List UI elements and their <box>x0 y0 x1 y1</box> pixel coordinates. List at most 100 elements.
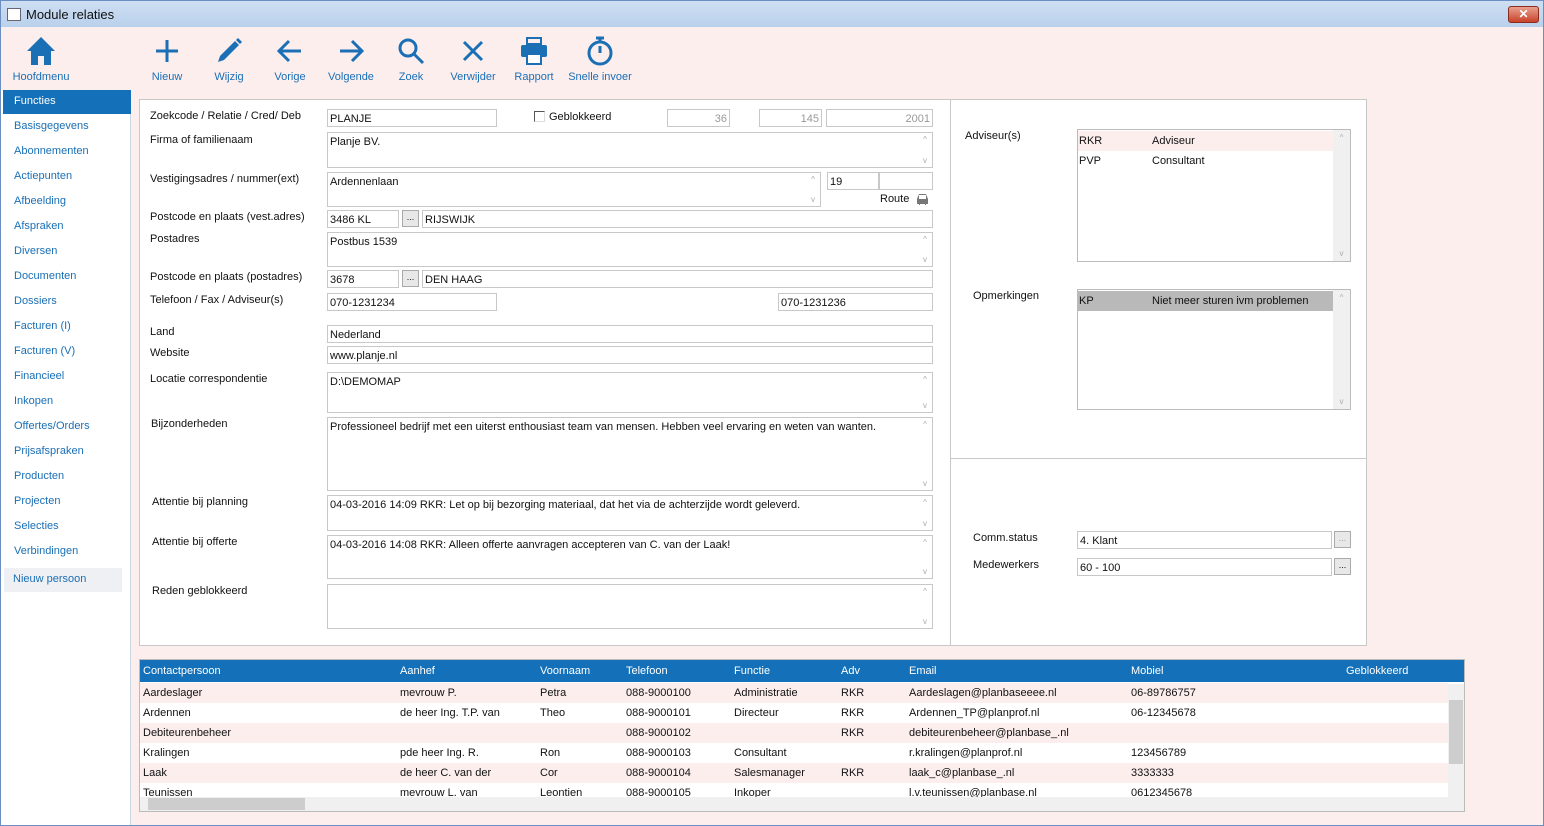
scrollbar-thumb[interactable] <box>148 798 305 810</box>
land-field[interactable]: Nederland <box>327 325 933 343</box>
scrollbar-thumb[interactable] <box>1449 700 1463 764</box>
postadres-field[interactable]: Postbus 1539 ^ v <box>327 232 933 267</box>
sidebar-item-inkopen[interactable]: Inkopen <box>3 390 131 414</box>
scrollbar[interactable]: ^ v <box>1333 290 1350 409</box>
sidebar-item-basisgegevens[interactable]: Basisgegevens <box>3 115 131 139</box>
table-row[interactable]: Laak de heer C. van der Cor 088-9000104 Sale… <box>140 763 1448 783</box>
postcode-post-field[interactable]: 3678 <box>327 270 399 288</box>
list-item[interactable]: PVP Consultant <box>1078 151 1333 171</box>
scrollbar[interactable]: ^ v <box>918 133 932 167</box>
nieuw-button[interactable]: Nieuw <box>147 35 187 83</box>
column-header-voornaam[interactable]: Voornaam <box>540 665 590 677</box>
sidebar-item-afbeelding[interactable]: Afbeelding <box>3 190 131 214</box>
sidebar-item-offertes-orders[interactable]: Offertes/Orders <box>3 415 131 439</box>
list-item[interactable]: RKR Adviseur <box>1078 131 1333 151</box>
sidebar-item-diversen[interactable]: Diversen <box>3 240 131 264</box>
column-header-adv[interactable]: Adv <box>841 665 860 677</box>
telefoon-field[interactable]: 070-1231234 <box>327 293 497 311</box>
table-row[interactable]: Teunissen mevrouw L. van Leontien 088-90001… <box>140 783 1448 797</box>
attentie-offerte-field[interactable]: 04-03-2016 14:08 RKR: Alleen offerte aan… <box>327 535 933 579</box>
deb-field[interactable]: 2001 <box>826 109 933 127</box>
attentie-planning-field[interactable]: 04-03-2016 14:09 RKR: Let op bij bezorgi… <box>327 495 933 531</box>
scrollbar[interactable]: ^ v <box>918 418 932 490</box>
table-row[interactable]: Kralingen pde heer Ing. R. Ron 088-9000103 C… <box>140 743 1448 763</box>
column-header-telefoon[interactable]: Telefoon <box>626 665 668 677</box>
huisnummer-ext-field[interactable] <box>879 172 933 190</box>
firma-field[interactable]: Planje BV. ^ v <box>327 132 933 168</box>
geblokkeerd-label: Geblokkeerd <box>549 111 612 123</box>
scrollbar[interactable]: ^ v <box>1333 130 1350 261</box>
sidebar-item-projecten[interactable]: Projecten <box>3 490 131 514</box>
medewerkers-field[interactable]: 60 - 100 <box>1077 558 1332 576</box>
column-header-functie[interactable]: Functie <box>734 665 770 677</box>
home-icon <box>27 37 55 65</box>
relatie-field[interactable]: 36 <box>667 109 730 127</box>
sidebar-item-facturen-i[interactable]: Facturen (I) <box>3 315 131 339</box>
website-field[interactable]: www.planje.nl <box>327 346 933 364</box>
scrollbar[interactable]: ^ v <box>918 496 932 530</box>
sidebar-item-dossiers[interactable]: Dossiers <box>3 290 131 314</box>
comm-status-lookup-button[interactable]: ... <box>1334 531 1351 548</box>
table-row[interactable]: Ardennen de heer Ing. T.P. van Theo 088-900… <box>140 703 1448 723</box>
vorige-button[interactable]: Vorige <box>269 35 311 83</box>
postcode-vest-field[interactable]: 3486 KL <box>327 210 399 228</box>
sidebar-item-documenten[interactable]: Documenten <box>3 265 131 289</box>
sidebar-item-selecties[interactable]: Selecties <box>3 515 131 539</box>
adviseurs-list[interactable]: RKR Adviseur PVP Consultant ^ v <box>1077 129 1351 262</box>
table-row[interactable]: Debiteurenbeheer 088-9000102 RKR debiteuren… <box>140 723 1448 743</box>
locatie-field[interactable]: D:\DEMOMAP ^ v <box>327 372 933 413</box>
zoek-button[interactable]: Zoek <box>391 35 431 83</box>
scrollbar[interactable]: ^ v <box>918 536 932 578</box>
scrollbar[interactable]: ^ v <box>918 585 932 628</box>
sidebar-item-financieel[interactable]: Financieel <box>3 365 131 389</box>
reden-geblokkeerd-field[interactable]: ^ v <box>327 584 933 629</box>
plaats-post-field[interactable]: DEN HAAG <box>422 270 933 288</box>
rapport-button[interactable]: Rapport <box>511 35 557 83</box>
fax-field[interactable]: 070-1231236 <box>778 293 933 311</box>
postcode-vest-lookup-button[interactable]: ... <box>402 210 419 227</box>
scrollbar[interactable]: ^ v <box>806 173 820 206</box>
horizontal-scrollbar[interactable] <box>140 797 1464 811</box>
hoofdmenu-button[interactable]: Hoofdmenu <box>11 35 71 83</box>
huisnummer-field[interactable]: 19 <box>827 172 879 190</box>
scrollbar[interactable]: ^ v <box>918 373 932 412</box>
postcode-post-lookup-button[interactable]: ... <box>402 270 419 287</box>
zoekcode-field[interactable]: PLANJE <box>327 109 497 127</box>
comm-status-field[interactable]: 4. Klant <box>1077 531 1332 549</box>
sidebar-item-verbindingen[interactable]: Verbindingen <box>3 540 131 564</box>
plaats-vest-field[interactable]: RIJSWIJK <box>422 210 933 228</box>
huisnummer-field-value: 19 <box>830 176 843 188</box>
volgende-button[interactable]: Volgende <box>323 35 379 83</box>
sidebar-item-producten[interactable]: Producten <box>3 465 131 489</box>
column-header-email[interactable]: Email <box>909 665 937 677</box>
vestigingsadres-field[interactable]: Ardennenlaan ^ v <box>327 172 821 207</box>
column-header-mobiel[interactable]: Mobiel <box>1131 665 1163 677</box>
list-item[interactable]: KP Niet meer sturen ivm problemen <box>1078 291 1333 311</box>
snelle-invoer-button[interactable]: Snelle invoer <box>567 35 633 83</box>
table-row[interactable]: Aardeslager mevrouw P. Petra 088-9000100 Adm… <box>140 683 1448 703</box>
sidebar-item-facturen-v[interactable]: Facturen (V) <box>3 340 131 364</box>
bijzonderheden-field[interactable]: Professioneel bedrijf met een uiterst en… <box>327 417 933 491</box>
column-header-geblokkeerd[interactable]: Geblokkeerd <box>1346 665 1408 677</box>
verwijder-button[interactable]: Verwijder <box>445 35 501 83</box>
car-icon[interactable] <box>915 193 930 206</box>
wijzig-button[interactable]: Wijzig <box>208 35 250 83</box>
nieuw-persoon-button[interactable]: Nieuw persoon <box>4 568 122 592</box>
medewerkers-lookup-button[interactable]: ... <box>1334 558 1351 575</box>
column-header-contactpersoon[interactable]: Contactpersoon <box>143 665 221 677</box>
sidebar-item-functies[interactable]: Functies <box>3 90 131 114</box>
sidebar-item-prijsafspraken[interactable]: Prijsafspraken <box>3 440 131 464</box>
sidebar-item-actiepunten[interactable]: Actiepunten <box>3 165 131 189</box>
opmerkingen-list[interactable]: KP Niet meer sturen ivm problemen ^ v <box>1077 289 1351 410</box>
table-cell: l.v.teunissen@planbase.nl <box>909 787 1037 797</box>
geblokkeerd-checkbox[interactable] <box>534 111 545 122</box>
table-cell: 088-9000103 <box>626 747 691 759</box>
column-header-aanhef[interactable]: Aanhef <box>400 665 435 677</box>
adviseur-role: Adviseur <box>1152 135 1195 147</box>
scrollbar[interactable]: ^ v <box>918 233 932 266</box>
close-button[interactable]: ✕ <box>1508 6 1539 23</box>
sidebar-item-afspraken[interactable]: Afspraken <box>3 215 131 239</box>
vertical-scrollbar[interactable] <box>1448 684 1464 797</box>
cred-field[interactable]: 145 <box>759 109 822 127</box>
sidebar-item-abonnementen[interactable]: Abonnementen <box>3 140 131 164</box>
